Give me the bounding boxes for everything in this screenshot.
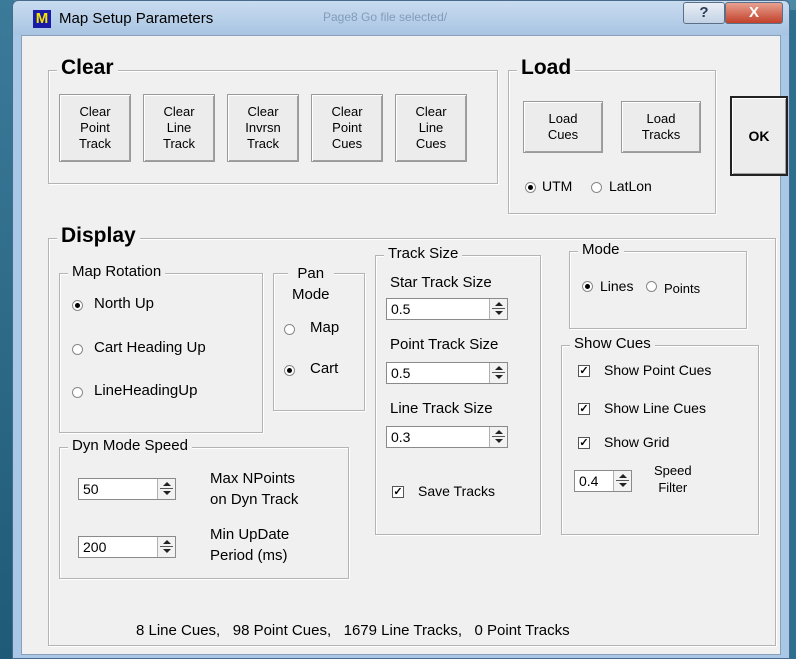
min-update-period-value: 200 — [83, 539, 107, 555]
map-rotation-group: Map Rotation North Up Cart Heading Up Li… — [59, 263, 263, 433]
ok-button[interactable]: OK — [730, 96, 788, 176]
mode-lines-label: Lines — [600, 278, 634, 294]
mode-title: Mode — [578, 241, 624, 259]
spinner-arrows-icon[interactable] — [489, 427, 507, 447]
pan-cart-label: Cart — [310, 360, 339, 377]
pan-cart-radio[interactable] — [284, 365, 295, 376]
load-cues-button[interactable]: Load Cues — [523, 101, 603, 153]
close-button[interactable]: X — [725, 2, 783, 24]
background-window-title: Page8 Go file selected/ — [323, 10, 448, 24]
map-app-icon: M — [33, 10, 51, 28]
star-track-size-value: 0.5 — [391, 301, 411, 317]
save-tracks-label: Save Tracks — [418, 483, 496, 499]
line-track-size-spinner[interactable]: 0.3 — [386, 426, 508, 448]
cart-heading-up-label: Cart Heading Up — [94, 339, 206, 356]
close-icon: X — [748, 4, 759, 21]
mode-lines-radio[interactable] — [582, 281, 593, 292]
show-point-cues-checkbox[interactable]: ✓ — [578, 365, 590, 377]
pan-map-label: Map — [310, 319, 340, 336]
spinner-arrows-icon[interactable] — [613, 471, 631, 491]
save-tracks-checkbox[interactable]: ✓ — [392, 486, 404, 498]
show-grid-label: Show Grid — [604, 434, 670, 450]
star-track-size-label: Star Track Size — [390, 274, 492, 291]
track-size-title: Track Size — [384, 245, 463, 263]
pan-mode-group: Pan Mode Map Cart — [273, 263, 365, 411]
load-tracks-button[interactable]: Load Tracks — [621, 101, 701, 153]
latlon-radio[interactable] — [591, 182, 602, 193]
point-track-size-value: 0.5 — [391, 365, 411, 381]
line-track-size-label: Line Track Size — [390, 400, 493, 417]
show-line-cues-label: Show Line Cues — [604, 400, 706, 416]
point-track-size-spinner[interactable]: 0.5 — [386, 362, 508, 384]
dyn-mode-speed-title: Dyn Mode Speed — [68, 437, 192, 455]
north-up-label: North Up — [94, 295, 155, 312]
show-cues-group: Show Cues ✓ Show Point Cues ✓ Show Line … — [561, 335, 759, 535]
clear-group: Clear Clear Point Track Clear Line Track… — [48, 56, 498, 184]
max-npoints-value: 50 — [83, 481, 99, 497]
title-bar: M Map Setup Parameters Page8 Go file sel… — [13, 1, 789, 35]
spinner-arrows-icon[interactable] — [157, 479, 175, 499]
spinner-arrows-icon[interactable] — [157, 537, 175, 557]
clear-point-track-button[interactable]: Clear Point Track — [59, 94, 131, 162]
show-point-cues-label: Show Point Cues — [604, 362, 712, 378]
mode-group: Mode Lines Points — [569, 241, 747, 329]
map-rotation-title: Map Rotation — [68, 263, 166, 281]
display-group: Display Map Rotation North Up Cart Headi… — [48, 224, 776, 646]
show-grid-checkbox[interactable]: ✓ — [578, 437, 590, 449]
dialog-client-area: Clear Clear Point Track Clear Line Track… — [21, 35, 788, 655]
track-size-group: Track Size Star Track Size 0.5 Point Tra… — [375, 245, 541, 535]
clear-group-title: Clear — [57, 56, 118, 80]
help-button[interactable]: ? — [683, 2, 725, 24]
clear-invrsn-track-button[interactable]: Clear Invrsn Track — [227, 94, 299, 162]
load-group-title: Load — [517, 56, 576, 80]
speed-filter-spinner[interactable]: 0.4 — [574, 470, 632, 492]
show-cues-title: Show Cues — [570, 335, 655, 353]
pan-map-radio[interactable] — [284, 324, 295, 335]
utm-radio[interactable] — [525, 182, 536, 193]
north-up-radio[interactable] — [72, 300, 83, 311]
min-update-period-spinner[interactable]: 200 — [78, 536, 176, 558]
speed-filter-label: Speed Filter — [654, 463, 692, 495]
track-cue-counts-status: 8 Line Cues, 98 Point Cues, 1679 Line Tr… — [136, 622, 570, 639]
clear-line-cues-button[interactable]: Clear Line Cues — [395, 94, 467, 162]
spinner-arrows-icon[interactable] — [489, 363, 507, 383]
display-group-title: Display — [57, 224, 140, 248]
max-npoints-label: Max NPoints on Dyn Track — [210, 470, 299, 508]
utm-label: UTM — [542, 178, 573, 194]
star-track-size-spinner[interactable]: 0.5 — [386, 298, 508, 320]
mode-points-radio[interactable] — [646, 281, 657, 292]
map-setup-window: M Map Setup Parameters Page8 Go file sel… — [12, 0, 790, 659]
pan-mode-title: Pan Mode — [288, 263, 334, 305]
latlon-label: LatLon — [609, 178, 652, 194]
cart-heading-up-radio[interactable] — [72, 344, 83, 355]
show-line-cues-checkbox[interactable]: ✓ — [578, 403, 590, 415]
line-heading-up-label: LineHeadingUp — [94, 382, 198, 399]
mode-points-label: Points — [664, 281, 701, 296]
dyn-mode-speed-group: Dyn Mode Speed 50 Max NPoints on Dyn Tra… — [59, 437, 349, 579]
speed-filter-value: 0.4 — [579, 473, 599, 489]
point-track-size-label: Point Track Size — [390, 336, 499, 353]
help-icon: ? — [699, 4, 709, 21]
spinner-arrows-icon[interactable] — [489, 299, 507, 319]
load-group: Load Load Cues Load Tracks UTM LatLon — [508, 56, 716, 214]
min-update-period-label: Min UpDate Period (ms) — [210, 526, 290, 564]
clear-point-cues-button[interactable]: Clear Point Cues — [311, 94, 383, 162]
window-title: Map Setup Parameters — [59, 10, 214, 27]
clear-line-track-button[interactable]: Clear Line Track — [143, 94, 215, 162]
max-npoints-spinner[interactable]: 50 — [78, 478, 176, 500]
line-heading-up-radio[interactable] — [72, 387, 83, 398]
line-track-size-value: 0.3 — [391, 429, 411, 445]
